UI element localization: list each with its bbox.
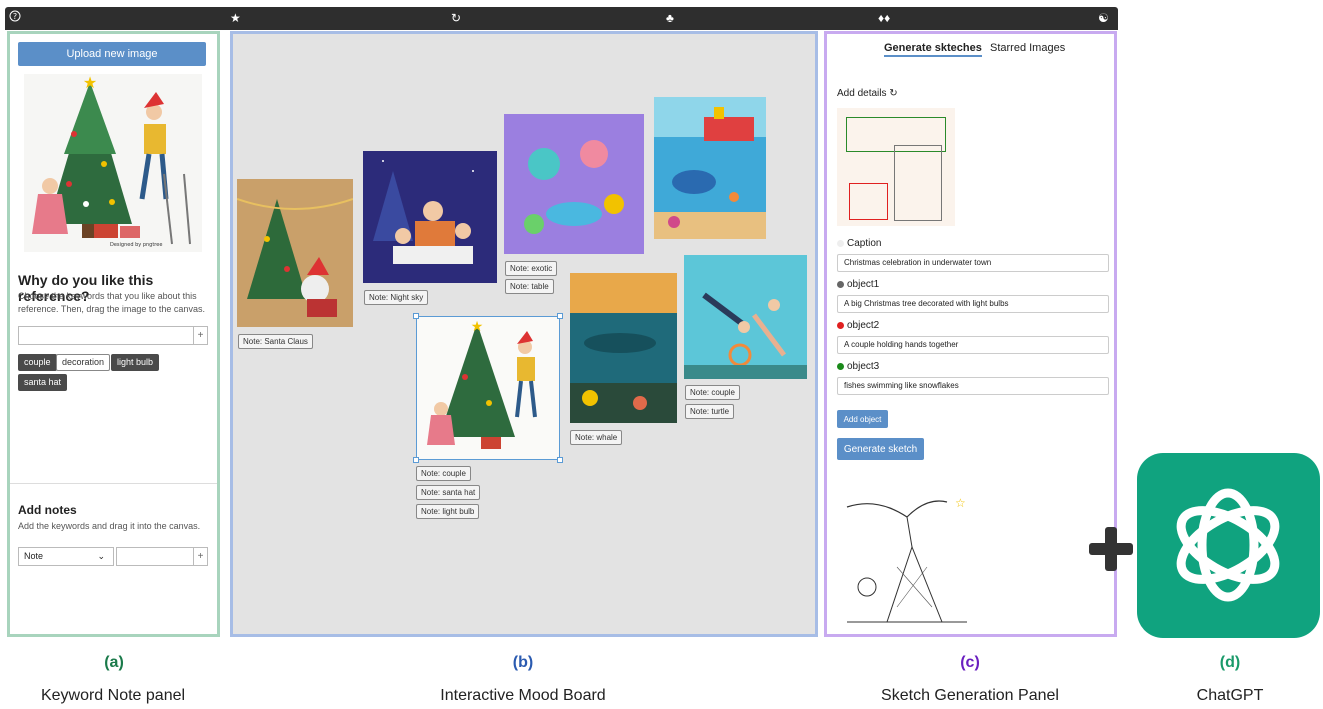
resize-handle[interactable]: [557, 313, 563, 319]
note-input[interactable]: [116, 547, 196, 566]
add-notes-heading: Add notes: [18, 503, 77, 517]
note-light-bulb[interactable]: Note: light bulb: [416, 504, 480, 519]
object1-field[interactable]: A big Christmas tree decorated with ligh…: [837, 295, 1109, 313]
note-couple-diving[interactable]: Note: couple: [685, 385, 740, 400]
object3-field[interactable]: fishes swimming like snowflakes: [837, 377, 1109, 395]
resize-handle[interactable]: [413, 313, 419, 319]
sketch-generation-panel: Generate skteches Starred Images Add det…: [824, 31, 1117, 637]
note-santa-hat[interactable]: Note: santa hat: [416, 485, 481, 500]
refresh-icon[interactable]: ↻: [889, 88, 897, 99]
keyword-chip-light-bulb[interactable]: light bulb: [111, 354, 160, 371]
object1-label: object1: [837, 279, 879, 290]
object2-box[interactable]: [849, 183, 888, 220]
moodboard-image-night-sky[interactable]: [363, 151, 497, 283]
caption-text-a: Keyword Note panel: [40, 687, 186, 704]
interactive-mood-board[interactable]: Note: Santa Claus Note: Night sky Note: …: [230, 31, 818, 637]
why-like-description: Choose the keywords that you like about …: [18, 291, 205, 314]
caption-letter-a: (a): [104, 654, 124, 671]
object2-field[interactable]: A couple holding hands together: [837, 336, 1109, 354]
keyword-chip-santa-hat[interactable]: santa hat: [18, 374, 68, 391]
note-whale[interactable]: Note: whale: [570, 430, 623, 445]
moodboard-image-christmas-selected[interactable]: ★: [413, 313, 563, 463]
tab-generate-sketches[interactable]: Generate skteches: [884, 42, 982, 57]
note-couple[interactable]: Note: couple: [416, 466, 471, 481]
resize-handle[interactable]: [413, 457, 419, 463]
caption-letter-b: (b): [512, 654, 534, 671]
object2-label: object2: [837, 320, 879, 331]
caption-label: Caption: [837, 238, 881, 249]
svg-text:★: ★: [83, 75, 97, 92]
add-keyword-button[interactable]: +: [193, 326, 208, 345]
keyword-note-panel: Upload new image ★ Designed by pngtree W…: [7, 31, 220, 637]
generated-sketch-image[interactable]: ☆: [837, 487, 973, 634]
caption-field[interactable]: Christmas celebration in underwater town: [837, 254, 1109, 272]
note-santa-claus[interactable]: Note: Santa Claus: [238, 334, 313, 349]
tree-icon[interactable]: ♣: [666, 10, 674, 26]
layout-canvas[interactable]: [837, 108, 955, 226]
object-box[interactable]: [894, 145, 942, 221]
pair-icon[interactable]: ☯: [1098, 10, 1109, 26]
add-object-button[interactable]: Add object: [837, 410, 888, 428]
caption-text-d: ChatGPT: [1196, 687, 1264, 704]
caption-text-c: Sketch Generation Panel: [881, 687, 1059, 704]
moodboard-image-whale[interactable]: [570, 273, 677, 423]
moodboard-image-santa[interactable]: [237, 179, 353, 327]
app-toolbar: ? ★ ↻ ♣ ♦♦ ☯: [5, 7, 1118, 30]
object3-label: object3: [837, 361, 879, 372]
add-note-button[interactable]: +: [193, 547, 208, 566]
generate-sketch-button[interactable]: Generate sketch: [837, 438, 924, 460]
add-notes-description: Add the keywords and drag it into the ca…: [18, 521, 201, 531]
keyword-chip-couple[interactable]: couple: [18, 354, 57, 371]
note-turtle[interactable]: Note: turtle: [685, 404, 735, 419]
divider: [10, 483, 217, 484]
moodboard-image-exotic-table[interactable]: [504, 114, 644, 254]
note-type-select[interactable]: Note ⌄: [18, 547, 114, 566]
add-details-label: Add details ↻: [837, 88, 898, 99]
help-circle-icon[interactable]: ?: [9, 10, 21, 26]
resize-handle[interactable]: [557, 457, 563, 463]
plus-icon: [1089, 527, 1133, 571]
chatgpt-logo: [1137, 453, 1320, 638]
chevron-down-icon: ⌄: [97, 551, 105, 561]
caption-text-b: Interactive Mood Board: [440, 687, 606, 704]
refresh-icon[interactable]: ↻: [451, 10, 461, 26]
caption-letter-d: (d): [1219, 654, 1241, 671]
caption-letter-c: (c): [960, 654, 980, 671]
drops-icon[interactable]: ♦♦: [878, 10, 890, 26]
upload-image-button[interactable]: Upload new image: [18, 42, 206, 66]
moodboard-image-couple-diving[interactable]: [684, 255, 807, 379]
note-table[interactable]: Note: table: [505, 279, 554, 294]
note-night-sky[interactable]: Note: Night sky: [364, 290, 429, 305]
note-type-value: Note: [24, 551, 44, 561]
moodboard-image-underwater-town[interactable]: [654, 97, 766, 239]
keyword-input[interactable]: [18, 326, 196, 345]
svg-text:☆: ☆: [955, 496, 966, 510]
svg-text:?: ?: [13, 12, 17, 21]
tab-starred-images[interactable]: Starred Images: [990, 42, 1065, 54]
note-exotic[interactable]: Note: exotic: [505, 261, 558, 276]
svg-text:★: ★: [471, 318, 484, 334]
svg-text:Designed by pngtree: Designed by pngtree: [110, 242, 162, 248]
reference-image[interactable]: ★ Designed by pngtree: [24, 74, 202, 252]
star-icon[interactable]: ★: [230, 10, 241, 26]
keyword-chip-decoration[interactable]: decoration: [56, 354, 111, 371]
